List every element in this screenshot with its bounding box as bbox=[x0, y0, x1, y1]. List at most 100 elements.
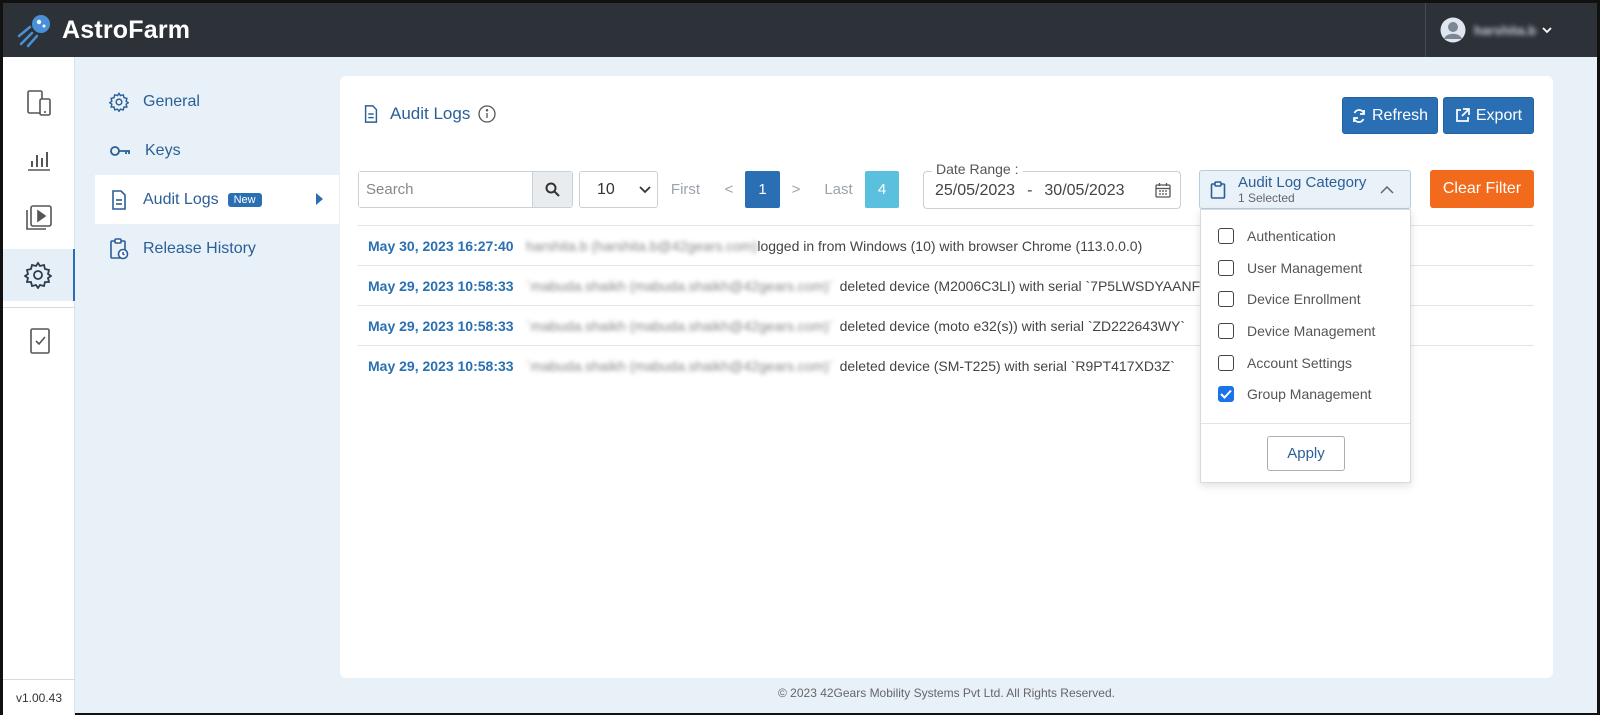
submenu-item-audit-logs[interactable]: Audit Logs New bbox=[95, 175, 339, 224]
devices-icon bbox=[25, 89, 53, 117]
external-link-icon bbox=[1455, 108, 1470, 123]
gear-icon bbox=[24, 261, 52, 289]
refresh-button[interactable]: Refresh bbox=[1342, 97, 1438, 134]
brand[interactable]: AstroFarm bbox=[17, 12, 190, 48]
category-dropdown-panel: Authentication User Management Device En… bbox=[1200, 209, 1411, 483]
rail-item-analytics[interactable] bbox=[3, 133, 75, 185]
pager-last[interactable]: Last bbox=[812, 171, 865, 208]
document-icon bbox=[109, 189, 129, 210]
user-name: harshita.b bbox=[1474, 22, 1537, 38]
submenu-item-keys[interactable]: Keys bbox=[95, 126, 339, 175]
user-menu[interactable]: harshita.b bbox=[1425, 3, 1597, 57]
category-option-user-management[interactable]: User Management bbox=[1218, 260, 1362, 276]
dropdown-divider bbox=[1201, 423, 1410, 424]
gear-icon bbox=[109, 91, 129, 112]
date-separator: - bbox=[1027, 182, 1033, 199]
audit-logs-card: Audit Logs Refresh Export Search 10 Firs… bbox=[340, 76, 1553, 678]
category-option-device-enrollment[interactable]: Device Enrollment bbox=[1218, 291, 1361, 307]
option-label: User Management bbox=[1247, 260, 1363, 276]
footer-copyright: © 2023 42Gears Mobility Systems Pvt Ltd.… bbox=[778, 686, 1115, 700]
log-date: May 30, 2023 16:27:40 bbox=[368, 237, 514, 254]
rail-item-settings[interactable] bbox=[3, 249, 75, 301]
log-user: harshita.b (harshita.b@42gears.com) bbox=[526, 237, 758, 254]
brand-name: AstroFarm bbox=[62, 15, 191, 44]
pager-next[interactable]: > bbox=[780, 171, 812, 208]
category-option-authentication[interactable]: Authentication bbox=[1218, 228, 1336, 244]
category-option-account-settings[interactable]: Account Settings bbox=[1218, 355, 1352, 371]
date-to: 30/05/2023 bbox=[1044, 182, 1125, 199]
category-title: Audit Log Category bbox=[1238, 174, 1367, 191]
export-button[interactable]: Export bbox=[1443, 97, 1534, 134]
submenu-item-label: Release History bbox=[143, 239, 256, 257]
log-date: May 29, 2023 10:58:33 bbox=[368, 277, 514, 294]
avatar bbox=[1440, 17, 1466, 43]
checkbox[interactable] bbox=[1218, 291, 1234, 307]
pager-total: 4 bbox=[865, 171, 899, 208]
new-badge: New bbox=[227, 192, 262, 207]
app-version: v1.00.43 bbox=[3, 679, 75, 715]
pager-prev[interactable]: < bbox=[713, 171, 745, 208]
icon-rail: v1.00.43 bbox=[3, 57, 75, 715]
page-title-text: Audit Logs bbox=[390, 104, 471, 123]
clipboard-icon bbox=[1210, 181, 1226, 199]
apply-button[interactable]: Apply bbox=[1267, 436, 1345, 471]
refresh-label: Refresh bbox=[1371, 106, 1429, 124]
search-button[interactable] bbox=[532, 172, 572, 207]
key-icon bbox=[109, 141, 131, 161]
checklist-icon bbox=[25, 327, 53, 355]
checkbox[interactable] bbox=[1218, 355, 1234, 371]
log-user: `mabuda.shaikh (mabuda.shaikh@42gears.co… bbox=[526, 357, 834, 374]
rail-divider bbox=[3, 307, 75, 308]
clear-filter-button[interactable]: Clear Filter bbox=[1430, 170, 1534, 208]
rail-item-devices[interactable] bbox=[3, 77, 75, 129]
rail-item-tasks[interactable] bbox=[3, 315, 75, 367]
option-label: Authentication bbox=[1247, 228, 1336, 244]
log-message: deleted device (M2006C3LI) with serial `… bbox=[839, 277, 1243, 294]
page-size-select[interactable]: 10 bbox=[579, 171, 658, 208]
export-label: Export bbox=[1475, 106, 1523, 124]
option-label: Device Management bbox=[1247, 323, 1376, 339]
checkbox-checked[interactable] bbox=[1218, 386, 1234, 402]
checkbox[interactable] bbox=[1218, 228, 1234, 244]
search-input[interactable] bbox=[359, 172, 532, 207]
document-icon bbox=[362, 104, 380, 124]
submenu-item-label: Audit Logs bbox=[143, 190, 219, 208]
settings-submenu: General Keys Audit Logs New Release Hist… bbox=[95, 77, 339, 273]
log-user: `mabuda.shaikh (mabuda.shaikh@42gears.co… bbox=[526, 277, 834, 294]
caret-right-icon bbox=[316, 193, 323, 205]
play-icon bbox=[25, 203, 53, 231]
date-from: 25/05/2023 bbox=[935, 182, 1016, 199]
top-bar: AstroFarm harshita.b bbox=[3, 3, 1597, 57]
log-user: `mabuda.shaikh (mabuda.shaikh@42gears.co… bbox=[526, 317, 834, 334]
option-label: Device Enrollment bbox=[1247, 291, 1361, 307]
audit-log-category-select[interactable]: Audit Log Category 1 Selected bbox=[1199, 170, 1411, 209]
pager-current[interactable]: 1 bbox=[745, 171, 780, 208]
log-date: May 29, 2023 10:58:33 bbox=[368, 357, 514, 374]
calendar-icon bbox=[1155, 182, 1171, 198]
log-message: deleted device (SM-T225) with serial `R9… bbox=[839, 357, 1175, 374]
date-range-picker[interactable]: Date Range : 25/05/2023 - 30/05/2023 bbox=[923, 161, 1181, 209]
log-message: deleted device (moto e32(s)) with serial… bbox=[839, 317, 1186, 334]
refresh-icon bbox=[1352, 108, 1366, 123]
category-option-device-management[interactable]: Device Management bbox=[1218, 323, 1375, 339]
checkbox[interactable] bbox=[1218, 323, 1234, 339]
log-date: May 29, 2023 10:58:33 bbox=[368, 317, 514, 334]
rail-item-media[interactable] bbox=[3, 191, 75, 243]
option-label: Group Management bbox=[1247, 386, 1372, 402]
submenu-item-release-history[interactable]: Release History bbox=[95, 224, 339, 273]
submenu-item-general[interactable]: General bbox=[95, 77, 339, 126]
date-range-values: 25/05/2023 - 30/05/2023 bbox=[935, 182, 1124, 200]
pager-first[interactable]: First bbox=[658, 171, 713, 208]
astrofarm-logo-icon bbox=[17, 12, 53, 48]
submenu-item-label: Keys bbox=[145, 141, 181, 159]
option-label: Account Settings bbox=[1247, 355, 1353, 371]
search-box bbox=[358, 171, 573, 208]
category-option-group-management[interactable]: Group Management bbox=[1218, 386, 1372, 402]
chevron-up-icon bbox=[1380, 185, 1394, 195]
page-size-value: 10 bbox=[597, 180, 615, 198]
submenu-item-label: General bbox=[143, 92, 200, 110]
date-range-label: Date Range : bbox=[932, 161, 1023, 177]
info-icon[interactable] bbox=[478, 105, 496, 123]
checkbox[interactable] bbox=[1218, 260, 1234, 276]
search-icon bbox=[545, 182, 560, 197]
